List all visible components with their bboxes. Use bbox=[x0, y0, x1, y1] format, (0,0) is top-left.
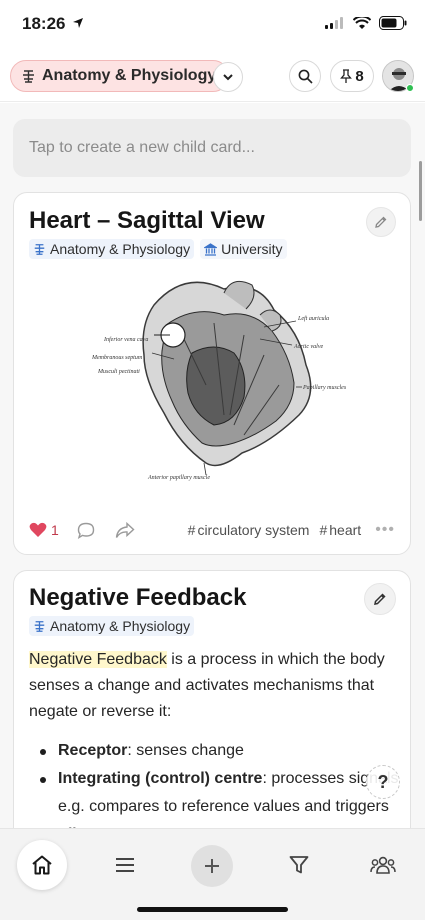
card-tags: Anatomy & Physiology bbox=[29, 616, 195, 636]
edit-button[interactable] bbox=[364, 583, 396, 615]
image-label-papillary-muscles: Papillary muscles bbox=[302, 385, 347, 391]
pinned-count: 8 bbox=[355, 67, 364, 85]
location-arrow-icon bbox=[73, 18, 84, 28]
image-label-aortic-valve: Aortic valve bbox=[293, 344, 323, 350]
card-tags: Anatomy & Physiology University bbox=[29, 239, 287, 259]
list-item: Receptor: senses change bbox=[40, 737, 400, 765]
nav-menu[interactable] bbox=[101, 841, 149, 889]
like-count: 1 bbox=[51, 522, 59, 538]
clock: 18:26 bbox=[22, 14, 66, 33]
subject-icon bbox=[23, 69, 34, 83]
comment-icon[interactable] bbox=[77, 522, 95, 539]
hashtags: # circulatory system # heart bbox=[188, 522, 362, 538]
home-icon bbox=[32, 855, 52, 875]
pencil-icon bbox=[375, 216, 387, 228]
tag-label: Anatomy & Physiology bbox=[50, 241, 191, 257]
pin-icon bbox=[340, 68, 353, 83]
card-feed[interactable]: Tap to create a new child card... Heart … bbox=[0, 103, 425, 828]
filter-icon bbox=[289, 856, 309, 874]
people-icon bbox=[370, 856, 396, 874]
card-footer: 1 # circulatory system # heart ••• bbox=[29, 519, 395, 541]
online-status-dot bbox=[406, 84, 414, 92]
pencil-icon bbox=[374, 593, 386, 605]
image-label-musculi-pectinati: Musculi pectinati bbox=[97, 369, 140, 375]
card-negative-feedback[interactable]: Negative Feedback Anatomy & Physiology N… bbox=[13, 570, 411, 828]
plus-icon bbox=[205, 859, 219, 873]
header: Anatomy & Physiology 8 bbox=[0, 56, 425, 102]
image-label-membranous-septum: Membranous septum bbox=[91, 355, 143, 361]
image-label-inferior-vena-cava: Inferior vena cava bbox=[103, 336, 148, 343]
chevron-down-icon bbox=[223, 73, 233, 80]
status-time: 18:26 bbox=[22, 14, 84, 34]
tag-subject[interactable]: Anatomy & Physiology bbox=[29, 616, 195, 636]
highlighted-term: Negative Feedback bbox=[29, 651, 167, 668]
status-bar: 18:26 bbox=[0, 0, 425, 50]
tag-label: University bbox=[221, 241, 283, 257]
card-title: Negative Feedback bbox=[29, 584, 247, 611]
pinned-button[interactable]: 8 bbox=[330, 60, 374, 92]
scrollbar[interactable] bbox=[419, 161, 422, 221]
edit-button[interactable] bbox=[366, 207, 396, 237]
bottom-navigation bbox=[0, 828, 425, 920]
menu-icon bbox=[116, 858, 134, 872]
image-label-left-auricula: Left auricula bbox=[297, 315, 329, 322]
status-icons bbox=[325, 16, 407, 30]
card-heart-sagittal[interactable]: Heart – Sagittal View Anatomy & Physiolo… bbox=[13, 192, 411, 555]
card-body: Negative Feedback is a process in which … bbox=[29, 647, 392, 725]
nav-home[interactable] bbox=[17, 840, 67, 890]
nav-filter[interactable] bbox=[275, 841, 323, 889]
hashtag-circulatory-system[interactable]: # circulatory system bbox=[188, 522, 310, 538]
subject-pill[interactable]: Anatomy & Physiology bbox=[10, 60, 230, 92]
heart-sagittal-image[interactable]: Left auricula Aortic valve Inferior vena… bbox=[74, 275, 354, 495]
new-child-card-input[interactable]: Tap to create a new child card... bbox=[13, 119, 411, 177]
nav-people[interactable] bbox=[359, 841, 407, 889]
nav-add[interactable] bbox=[191, 845, 233, 887]
search-button[interactable] bbox=[289, 60, 321, 92]
image-label-anterior-papillary-muscle: Anterior papillary muscle bbox=[147, 475, 210, 481]
subject-icon bbox=[34, 620, 45, 632]
tag-university[interactable]: University bbox=[200, 239, 287, 259]
wifi-icon bbox=[353, 16, 371, 29]
subject-icon bbox=[34, 243, 45, 255]
subject-dropdown-button[interactable] bbox=[213, 62, 243, 92]
tag-label: Anatomy & Physiology bbox=[50, 618, 191, 634]
more-options-icon[interactable]: ••• bbox=[375, 521, 395, 539]
battery-icon bbox=[379, 16, 407, 30]
page-title: Anatomy & Physiology bbox=[42, 67, 217, 84]
university-icon bbox=[204, 242, 218, 256]
tag-subject[interactable]: Anatomy & Physiology bbox=[29, 239, 195, 259]
home-indicator bbox=[137, 907, 288, 912]
help-button[interactable]: ? bbox=[366, 765, 400, 799]
card-title: Heart – Sagittal View bbox=[29, 207, 265, 234]
bullet-list: Receptor: senses change Integrating (con… bbox=[40, 737, 400, 828]
hashtag-heart[interactable]: # heart bbox=[319, 522, 361, 538]
heart-icon[interactable] bbox=[29, 522, 47, 538]
share-icon[interactable] bbox=[115, 521, 135, 539]
heart-illustration: Left auricula Aortic valve Inferior vena… bbox=[91, 280, 347, 481]
signal-icon bbox=[325, 17, 343, 29]
search-icon bbox=[298, 69, 313, 84]
list-item: Integrating (control) centre: processes … bbox=[40, 765, 400, 828]
